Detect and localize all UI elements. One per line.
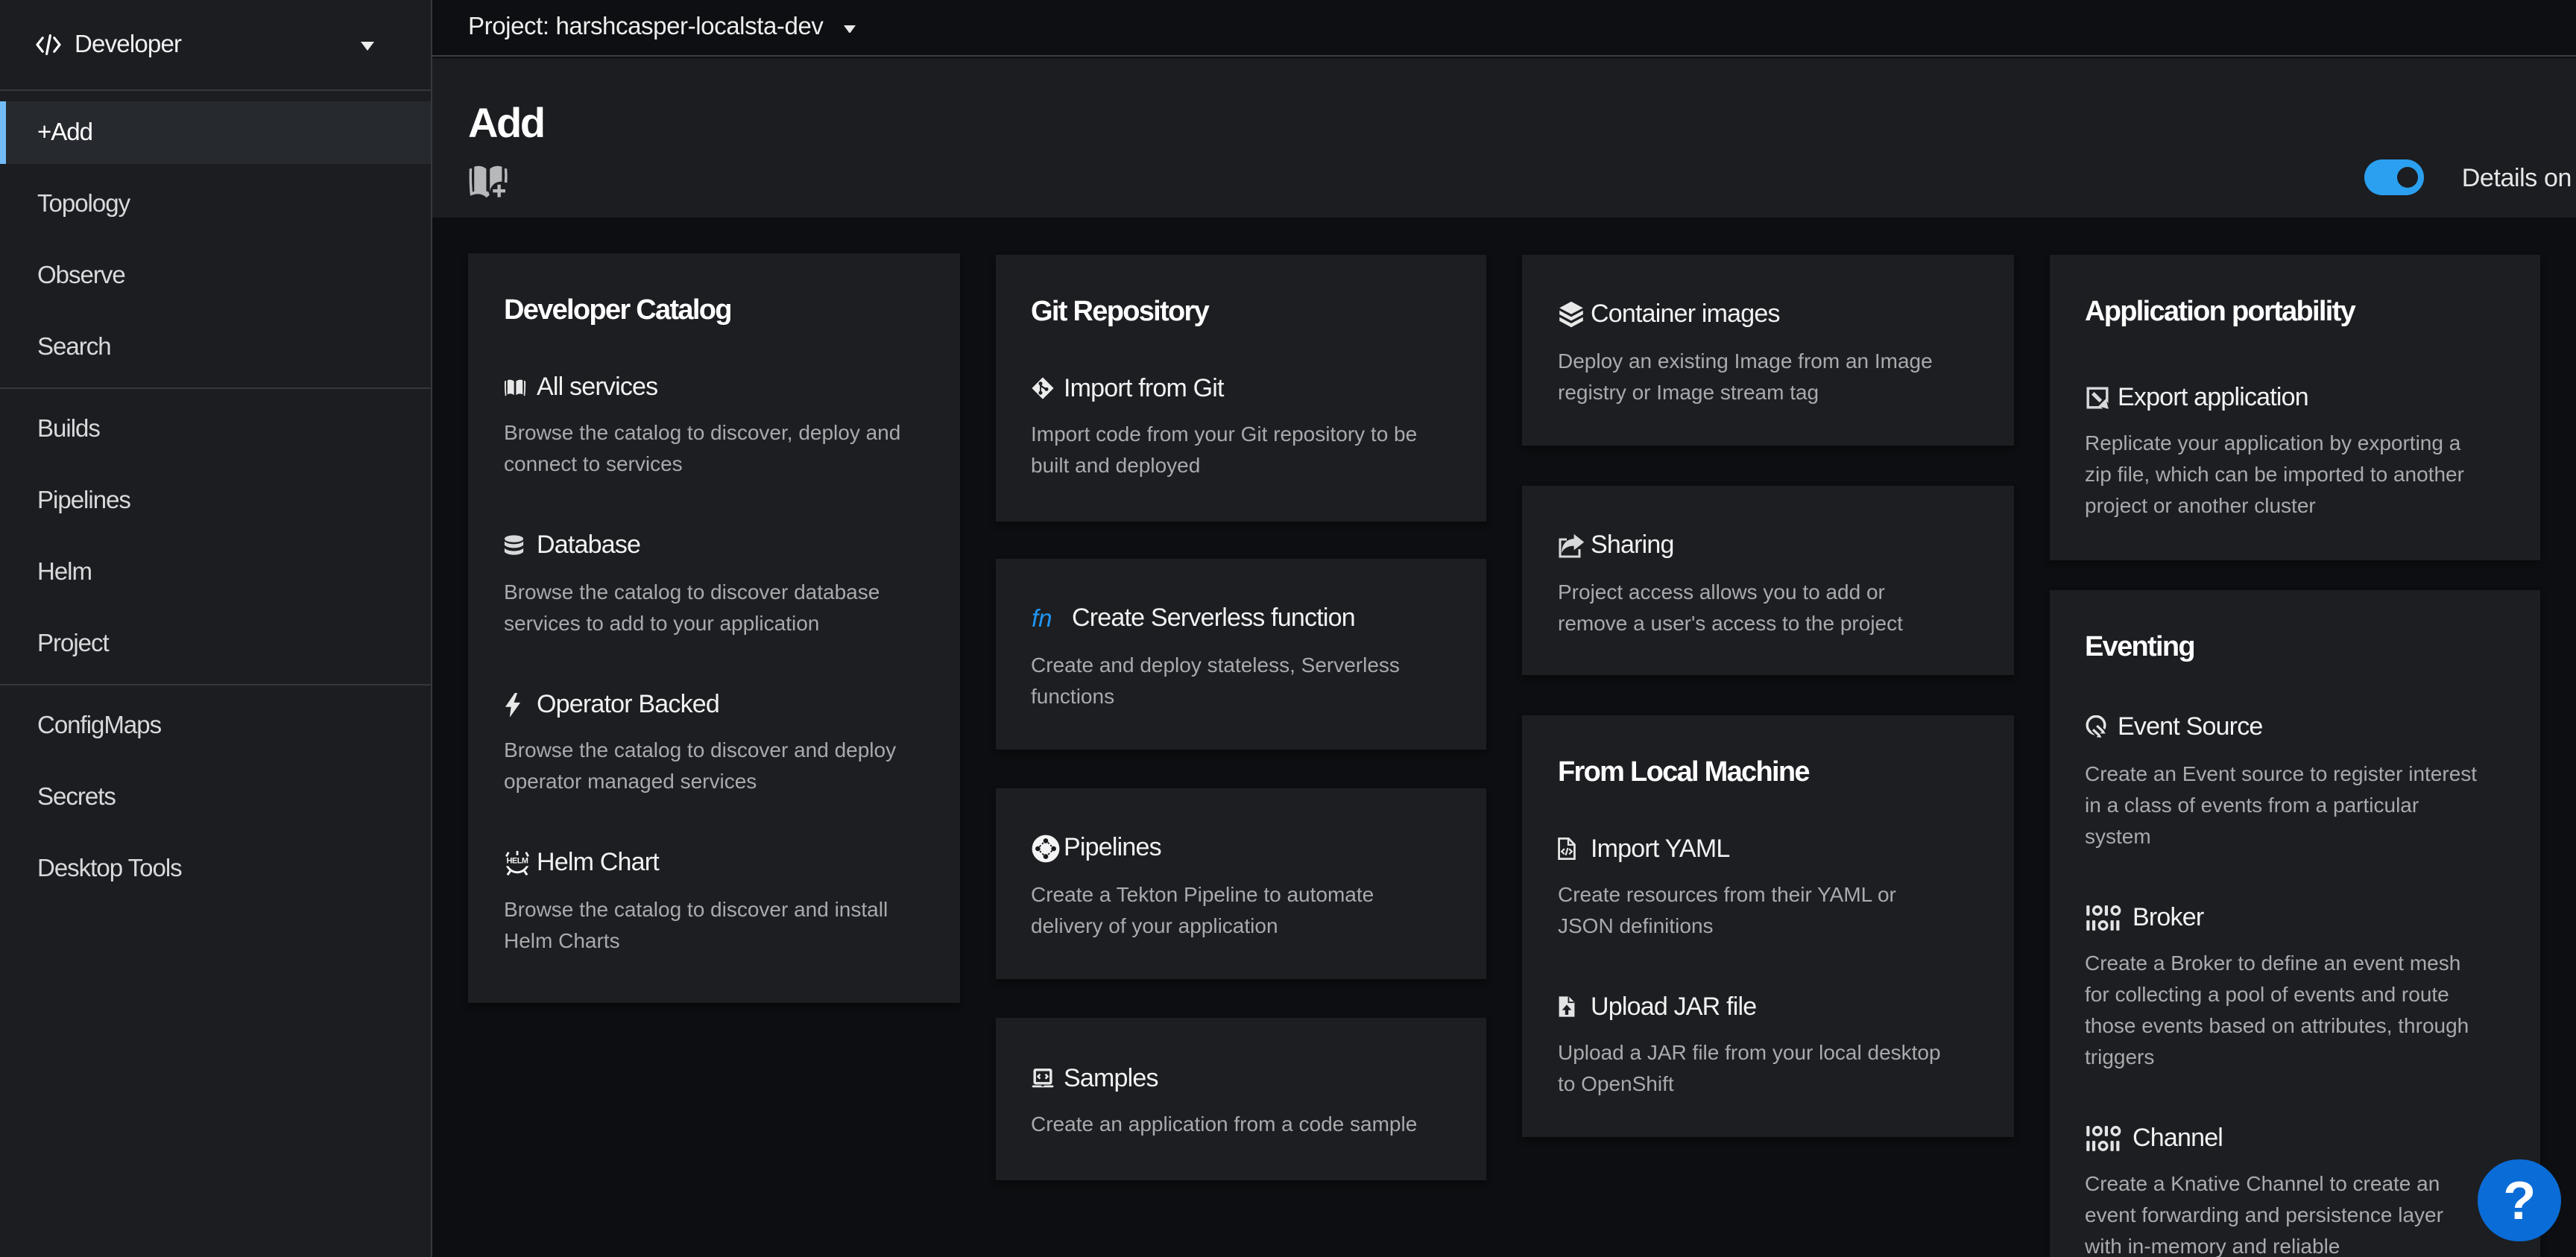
svg-text:fn: fn <box>1031 606 1052 633</box>
svg-text:HELM: HELM <box>507 856 528 865</box>
